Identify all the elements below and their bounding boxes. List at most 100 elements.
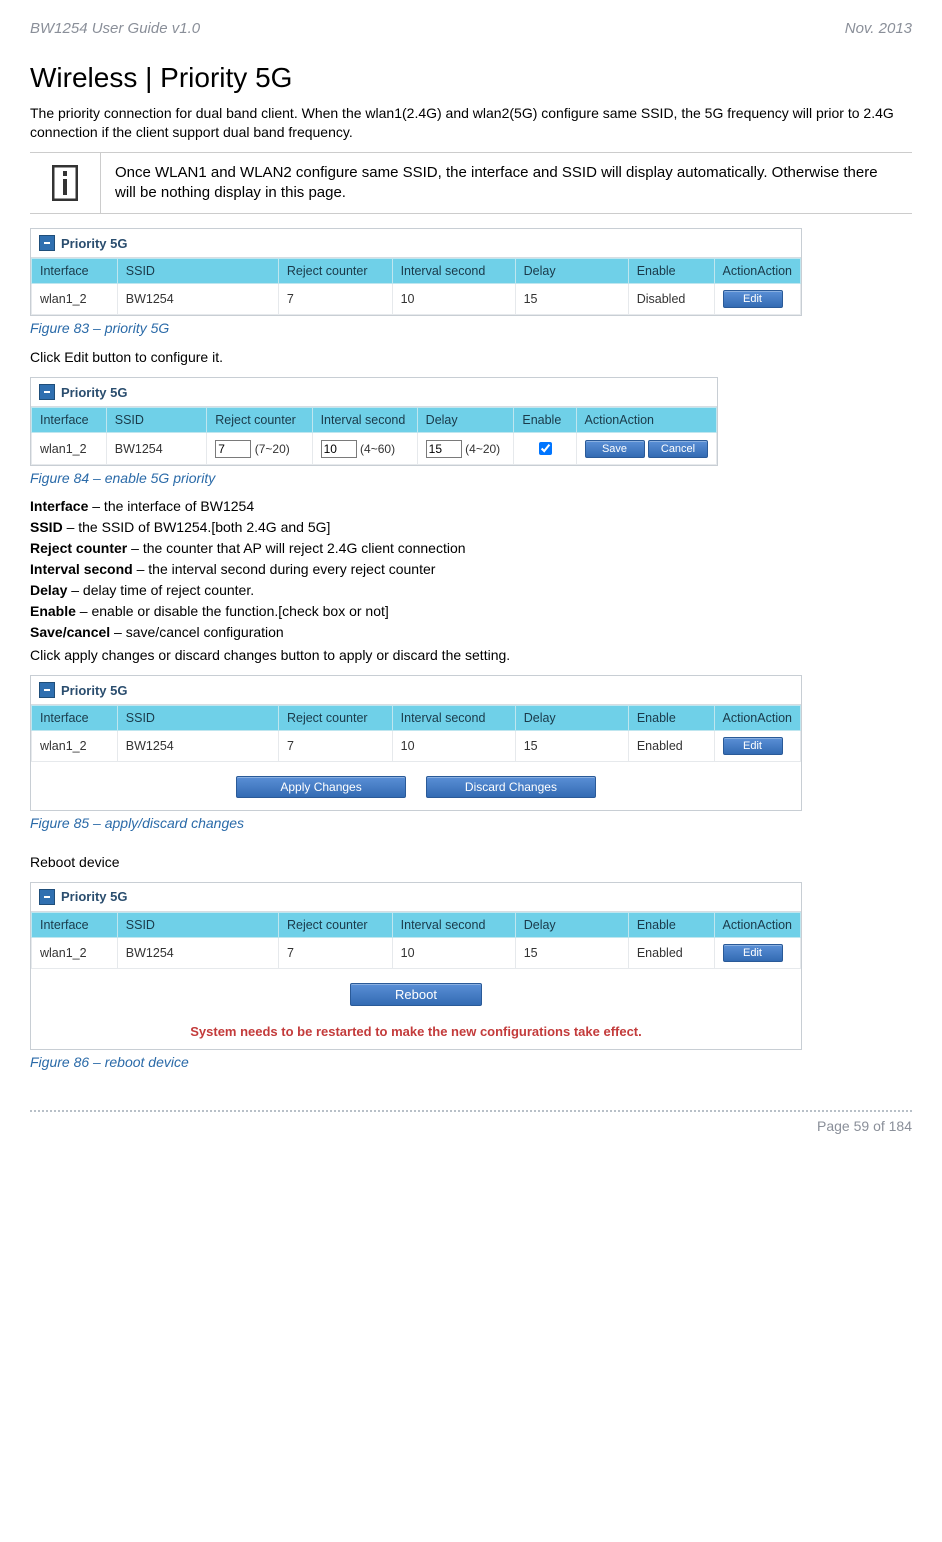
apply-discard-row: Apply Changes Discard Changes	[31, 762, 801, 810]
table-row: wlan1_2 BW1254 7 10 15 Disabled Edit	[32, 284, 801, 315]
cell-interval-edit: (4~60)	[312, 433, 417, 465]
col-enable: Enable	[514, 408, 576, 433]
priority-table: Interface SSID Reject counter Interval s…	[31, 912, 801, 969]
cell-reject-edit: (7~20)	[207, 433, 312, 465]
cancel-button[interactable]: Cancel	[648, 440, 708, 458]
delay-input[interactable]	[426, 440, 462, 458]
col-interval: Interval second	[392, 706, 515, 731]
screenshot-fig86: Priority 5G Interface SSID Reject counte…	[30, 882, 802, 1050]
cell-delay: 15	[515, 284, 628, 315]
col-enable: Enable	[628, 706, 714, 731]
edit-button[interactable]: Edit	[723, 737, 783, 755]
cell-interface: wlan1_2	[32, 284, 118, 315]
section-heading: Wireless | Priority 5G	[30, 62, 912, 94]
cell-delay: 15	[515, 937, 628, 968]
panel-header: Priority 5G	[31, 883, 801, 912]
priority-table: Interface SSID Reject counter Interval s…	[31, 705, 801, 762]
table-row: wlan1_2 BW1254 7 10 15 Enabled Edit	[32, 937, 801, 968]
figure-caption-83: Figure 83 – priority 5G	[30, 320, 912, 336]
col-interface: Interface	[32, 259, 118, 284]
cell-interval: 10	[392, 731, 515, 762]
col-interval: Interval second	[392, 912, 515, 937]
cell-enable: Enabled	[628, 937, 714, 968]
cell-action: Edit	[714, 731, 800, 762]
col-delay: Delay	[515, 259, 628, 284]
col-interval: Interval second	[312, 408, 417, 433]
edit-button[interactable]: Edit	[723, 944, 783, 962]
def-delay: Delay – delay time of reject counter.	[30, 582, 912, 598]
page-number: Page 59 of 184	[817, 1118, 912, 1134]
cell-interface: wlan1_2	[32, 731, 118, 762]
panel-title: Priority 5G	[61, 683, 127, 698]
table-row: wlan1_2 BW1254 (7~20) (4~60) (4~20) Save…	[32, 433, 717, 465]
info-note-box: Once WLAN1 and WLAN2 configure same SSID…	[30, 152, 912, 215]
def-interval: Interval second – the interval second du…	[30, 561, 912, 577]
collapse-icon	[39, 682, 55, 698]
col-reject: Reject counter	[278, 259, 392, 284]
col-ssid: SSID	[117, 912, 278, 937]
panel-title: Priority 5G	[61, 385, 127, 400]
cell-enable: Enabled	[628, 731, 714, 762]
panel-header: Priority 5G	[31, 229, 801, 258]
cell-delay-edit: (4~20)	[417, 433, 514, 465]
col-ssid: SSID	[106, 408, 206, 433]
col-action: ActionAction	[714, 912, 800, 937]
cell-enable-checkbox	[514, 433, 576, 465]
col-interface: Interface	[32, 408, 107, 433]
col-reject: Reject counter	[207, 408, 312, 433]
priority-table: Interface SSID Reject counter Interval s…	[31, 258, 801, 315]
screenshot-fig84: Priority 5G Interface SSID Reject counte…	[30, 377, 718, 466]
table-header-row: Interface SSID Reject counter Interval s…	[32, 408, 717, 433]
apply-instruction: Click apply changes or discard changes b…	[30, 646, 912, 665]
col-reject: Reject counter	[278, 706, 392, 731]
panel-header: Priority 5G	[31, 676, 801, 705]
def-reject: Reject counter – the counter that AP wil…	[30, 540, 912, 556]
enable-checkbox[interactable]	[539, 442, 552, 455]
def-interface: Interface – the interface of BW1254	[30, 498, 912, 514]
table-row: wlan1_2 BW1254 7 10 15 Enabled Edit	[32, 731, 801, 762]
cell-enable: Disabled	[628, 284, 714, 315]
table-header-row: Interface SSID Reject counter Interval s…	[32, 912, 801, 937]
edit-button[interactable]: Edit	[723, 290, 783, 308]
col-delay: Delay	[515, 912, 628, 937]
col-action: ActionAction	[714, 706, 800, 731]
collapse-icon	[39, 235, 55, 251]
figure-caption-86: Figure 86 – reboot device	[30, 1054, 912, 1070]
reject-input[interactable]	[215, 440, 251, 458]
col-enable: Enable	[628, 912, 714, 937]
col-delay: Delay	[515, 706, 628, 731]
apply-changes-button[interactable]: Apply Changes	[236, 776, 406, 798]
page-footer: Page 59 of 184	[30, 1110, 912, 1134]
priority-table-edit: Interface SSID Reject counter Interval s…	[31, 407, 717, 465]
screenshot-fig85: Priority 5G Interface SSID Reject counte…	[30, 675, 802, 811]
panel-title: Priority 5G	[61, 889, 127, 904]
table-header-row: Interface SSID Reject counter Interval s…	[32, 706, 801, 731]
col-ssid: SSID	[117, 706, 278, 731]
panel-title: Priority 5G	[61, 236, 127, 251]
info-note-text: Once WLAN1 and WLAN2 configure same SSID…	[101, 153, 912, 214]
collapse-icon	[39, 384, 55, 400]
reboot-button[interactable]: Reboot	[350, 983, 482, 1006]
info-icon	[30, 153, 101, 214]
col-ssid: SSID	[117, 259, 278, 284]
save-button[interactable]: Save	[585, 440, 645, 458]
cell-action: Save Cancel	[576, 433, 716, 465]
cell-ssid: BW1254	[117, 731, 278, 762]
cell-interface: wlan1_2	[32, 433, 107, 465]
intro-text: The priority connection for dual band cl…	[30, 104, 912, 142]
table-header-row: Interface SSID Reject counter Interval s…	[32, 259, 801, 284]
def-ssid: SSID – the SSID of BW1254.[both 2.4G and…	[30, 519, 912, 535]
edit-instruction: Click Edit button to configure it.	[30, 348, 912, 367]
col-interface: Interface	[32, 912, 118, 937]
discard-changes-button[interactable]: Discard Changes	[426, 776, 596, 798]
cell-ssid: BW1254	[106, 433, 206, 465]
cell-delay: 15	[515, 731, 628, 762]
cell-reject: 7	[278, 284, 392, 315]
screenshot-fig83: Priority 5G Interface SSID Reject counte…	[30, 228, 802, 316]
panel-header: Priority 5G	[31, 378, 717, 407]
cell-ssid: BW1254	[117, 284, 278, 315]
reboot-heading: Reboot device	[30, 853, 912, 872]
col-interface: Interface	[32, 706, 118, 731]
col-reject: Reject counter	[278, 912, 392, 937]
interval-input[interactable]	[321, 440, 357, 458]
